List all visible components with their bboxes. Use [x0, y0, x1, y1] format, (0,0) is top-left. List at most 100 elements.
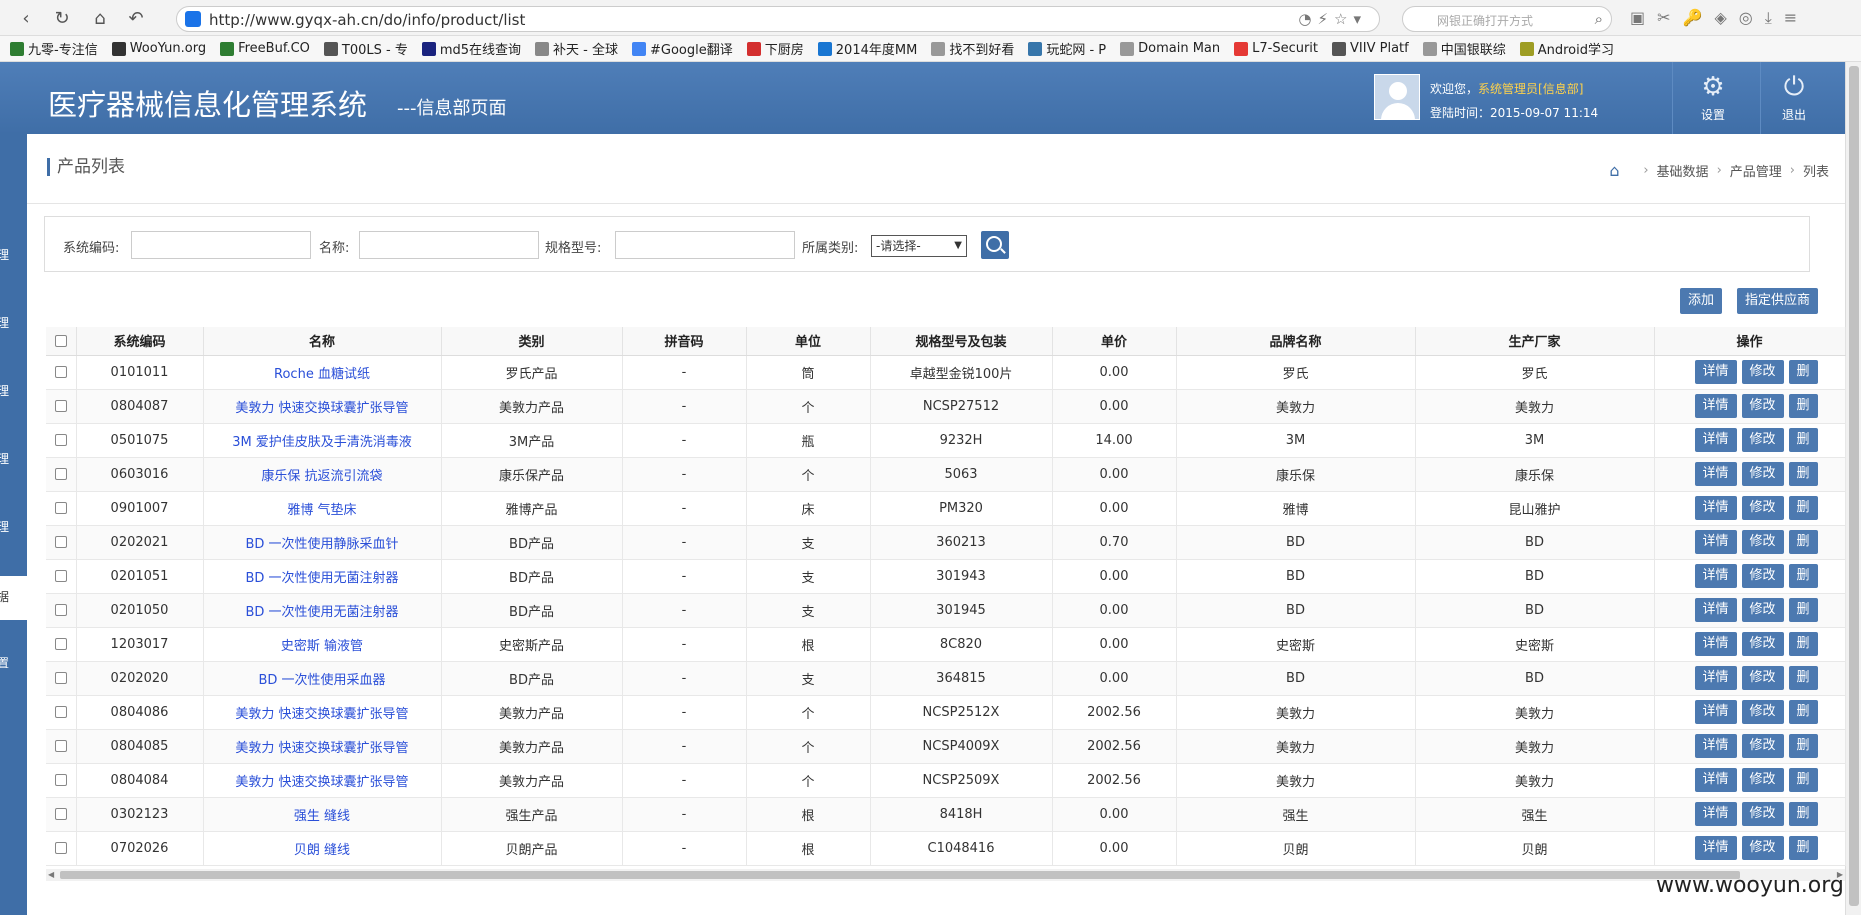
delete-button[interactable]: 删	[1788, 428, 1818, 452]
category-select[interactable]: -请选择- ▼	[871, 235, 967, 257]
settings-button[interactable]: ⚙ 设置	[1683, 72, 1743, 123]
bookmark-item[interactable]: WooYun.org	[111, 41, 206, 56]
extension-icons[interactable]: ▣✂🔑◈◎⤓≡	[1630, 8, 1809, 28]
detail-button[interactable]: 详情	[1694, 666, 1737, 690]
delete-button[interactable]: 删	[1788, 564, 1818, 588]
edit-button[interactable]: 修改	[1741, 632, 1784, 656]
row-checkbox[interactable]	[54, 502, 67, 514]
row-select-cell[interactable]	[46, 457, 77, 492]
edit-button[interactable]: 修改	[1741, 394, 1784, 418]
product-name-link[interactable]: 雅博 气垫床	[287, 503, 356, 518]
home-icon[interactable]: ⌂	[88, 6, 112, 30]
bookmark-item[interactable]: md5在线查询	[421, 39, 521, 58]
bookmark-item[interactable]: 找不到好看	[931, 39, 1014, 58]
row-checkbox[interactable]	[54, 638, 67, 650]
bookmark-item[interactable]: 中国银联综	[1422, 39, 1506, 58]
delete-button[interactable]: 删	[1788, 836, 1818, 860]
delete-button[interactable]: 删	[1788, 700, 1818, 724]
detail-button[interactable]: 详情	[1694, 836, 1737, 860]
product-name-link[interactable]: 史密斯 输液管	[281, 639, 363, 654]
row-checkbox[interactable]	[54, 604, 67, 616]
select-all-cell[interactable]	[46, 327, 77, 356]
address-bar[interactable]: http://www.gyqx-ah.cn/do/info/product/li…	[176, 6, 1380, 32]
product-name-cell[interactable]: 雅博 气垫床	[203, 491, 442, 526]
detail-button[interactable]: 详情	[1694, 768, 1737, 792]
edit-button[interactable]: 修改	[1741, 598, 1784, 622]
edit-button[interactable]: 修改	[1741, 768, 1784, 792]
detail-button[interactable]: 详情	[1694, 632, 1737, 656]
row-checkbox[interactable]	[54, 740, 67, 752]
edit-button[interactable]: 修改	[1741, 700, 1784, 724]
product-name-cell[interactable]: 史密斯 输液管	[203, 627, 442, 662]
detail-button[interactable]: 详情	[1694, 496, 1737, 520]
edit-button[interactable]: 修改	[1741, 564, 1784, 588]
row-select-cell[interactable]	[46, 593, 77, 628]
edit-button[interactable]: 修改	[1741, 360, 1784, 384]
product-name-cell[interactable]: BD 一次性使用无菌注射器	[203, 559, 442, 594]
edit-button[interactable]: 修改	[1741, 428, 1784, 452]
row-checkbox[interactable]	[54, 842, 67, 854]
product-name-link[interactable]: 美敦力 快速交换球囊扩张导管	[235, 775, 408, 790]
product-name-cell[interactable]: Roche 血糖试纸	[203, 355, 442, 390]
home-icon[interactable]: ⌂	[1609, 162, 1627, 179]
product-name-cell[interactable]: 美敦力 快速交换球囊扩张导管	[203, 695, 442, 730]
product-name-link[interactable]: 美敦力 快速交换球囊扩张导管	[235, 741, 408, 756]
search-icon[interactable]: ⌕	[1595, 10, 1603, 28]
logout-button[interactable]: ⏻ 退出	[1764, 72, 1824, 123]
bookmark-item[interactable]: 九零-专注信	[10, 39, 98, 58]
detail-button[interactable]: 详情	[1694, 802, 1737, 826]
address-actions-icon[interactable]: ◔⚡☆▾	[1298, 10, 1367, 28]
product-name-link[interactable]: 3M 爱护佳皮肤及手清洗消毒液	[232, 435, 412, 450]
undo-icon[interactable]: ↶	[124, 6, 148, 30]
product-name-link[interactable]: BD 一次性使用静脉采血针	[245, 537, 398, 552]
row-checkbox[interactable]	[54, 434, 67, 446]
row-checkbox[interactable]	[54, 536, 67, 548]
assign-supplier-button[interactable]: 指定供应商	[1737, 288, 1819, 314]
delete-button[interactable]: 删	[1788, 768, 1818, 792]
product-name-link[interactable]: Roche 血糖试纸	[274, 367, 370, 382]
row-checkbox[interactable]	[54, 808, 67, 820]
product-name-cell[interactable]: 康乐保 抗返流引流袋	[203, 457, 442, 492]
bookmark-item[interactable]: 2014年度MM	[817, 39, 917, 58]
row-checkbox[interactable]	[54, 774, 67, 786]
sidebar-item-active[interactable]: 据	[0, 576, 27, 620]
search-button[interactable]	[981, 231, 1009, 259]
product-name-cell[interactable]: BD 一次性使用无菌注射器	[203, 593, 442, 628]
detail-button[interactable]: 详情	[1694, 530, 1737, 554]
row-checkbox[interactable]	[54, 400, 67, 412]
select-all-checkbox[interactable]	[54, 334, 67, 347]
edit-button[interactable]: 修改	[1741, 496, 1784, 520]
scroll-left-icon[interactable]: ◀	[48, 870, 54, 879]
bookmark-item[interactable]: 下厨房	[746, 39, 804, 58]
delete-button[interactable]: 删	[1788, 530, 1818, 554]
product-name-link[interactable]: 康乐保 抗返流引流袋	[261, 469, 382, 484]
sidebar-item[interactable]: 理	[0, 382, 27, 402]
bookmark-item[interactable]: L7-Securit	[1234, 41, 1318, 56]
sidebar-item[interactable]: 理	[0, 518, 27, 538]
delete-button[interactable]: 删	[1788, 394, 1818, 418]
vertical-scrollbar[interactable]	[1845, 62, 1861, 915]
detail-button[interactable]: 详情	[1694, 598, 1737, 622]
product-name-link[interactable]: 美敦力 快速交换球囊扩张导管	[235, 707, 408, 722]
row-select-cell[interactable]	[46, 423, 77, 458]
delete-button[interactable]: 删	[1788, 598, 1818, 622]
product-name-link[interactable]: BD 一次性使用采血器	[258, 673, 385, 688]
row-checkbox[interactable]	[54, 672, 67, 684]
detail-button[interactable]: 详情	[1694, 394, 1737, 418]
product-name-cell[interactable]: 3M 爱护佳皮肤及手清洗消毒液	[203, 423, 442, 458]
product-name-link[interactable]: 强生 缝线	[294, 809, 350, 824]
edit-button[interactable]: 修改	[1741, 530, 1784, 554]
bookmark-item[interactable]: Android学习	[1519, 39, 1614, 58]
bookmark-item[interactable]: T00LS - 专	[323, 39, 408, 58]
sidebar-item[interactable]: 理	[0, 450, 27, 470]
row-select-cell[interactable]	[46, 831, 77, 866]
product-name-cell[interactable]: BD 一次性使用静脉采血针	[203, 525, 442, 560]
breadcrumb-item[interactable]: 基础数据	[1657, 161, 1709, 180]
delete-button[interactable]: 删	[1788, 802, 1818, 826]
row-select-cell[interactable]	[46, 355, 77, 390]
product-name-cell[interactable]: 强生 缝线	[203, 797, 442, 832]
product-name-cell[interactable]: 美敦力 快速交换球囊扩张导管	[203, 389, 442, 424]
detail-button[interactable]: 详情	[1694, 462, 1737, 486]
bookmark-item[interactable]: FreeBuf.CO	[220, 41, 310, 56]
current-user[interactable]: 系统管理员[信息部]	[1478, 82, 1583, 96]
